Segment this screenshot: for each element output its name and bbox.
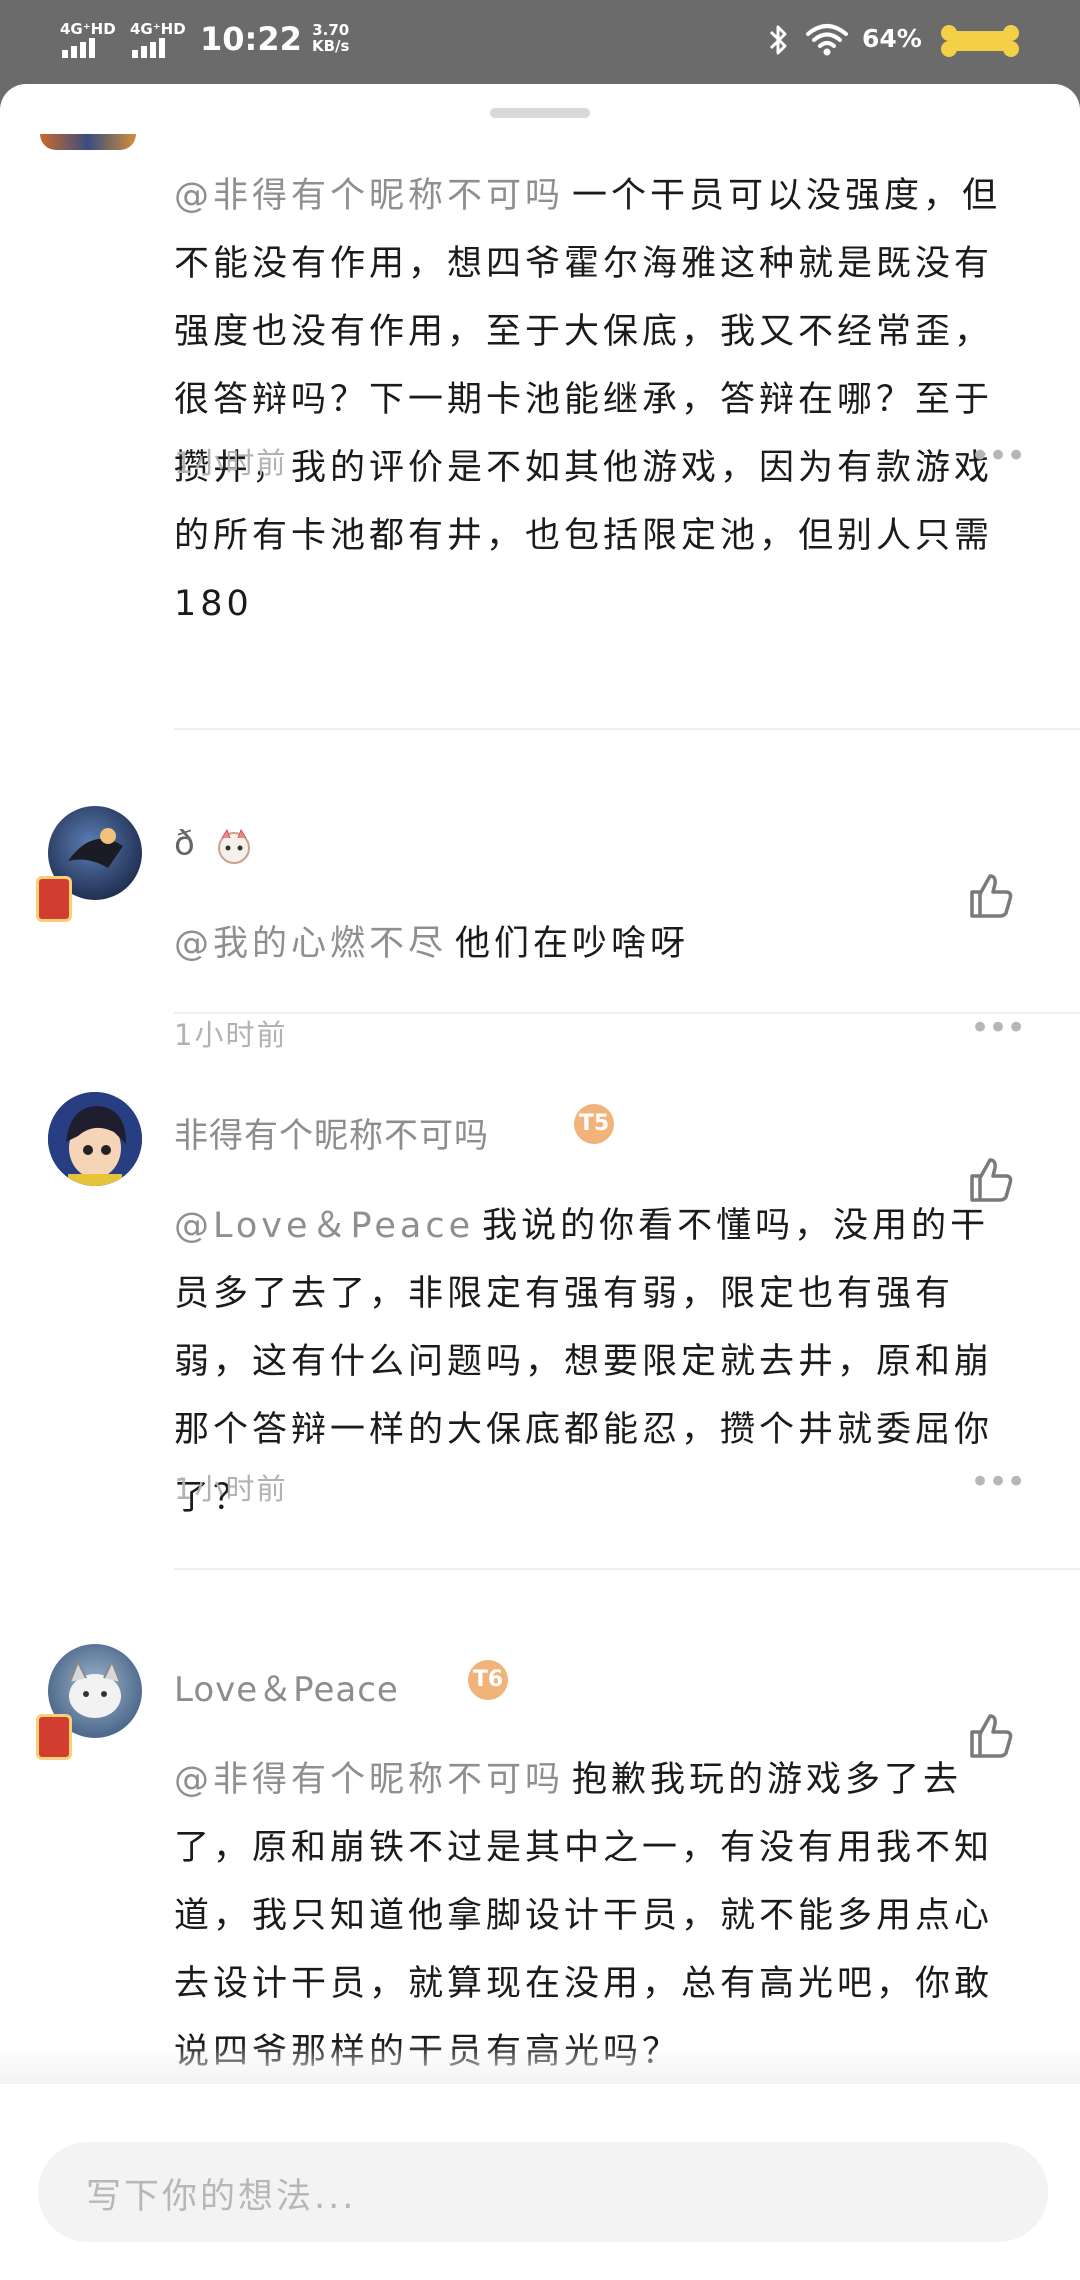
emoji-sticker-icon	[214, 826, 254, 866]
badge-label: T6	[472, 1667, 504, 1692]
comment-time: 1小时前	[174, 1018, 288, 1052]
speed-unit: KB/s	[312, 37, 350, 55]
comment-time: 1小时前	[174, 1472, 288, 1506]
user-name[interactable]: Love＆Peace	[174, 1662, 399, 1711]
level-badge: T5	[574, 1104, 614, 1144]
signal-sim2-icon: 4G⁺HD	[130, 20, 186, 60]
comment-input-bar: 写下你的想法...	[0, 2084, 1080, 2280]
comment-text: @Love＆Peace 我说的你看不懂吗，没用的干员多了去了，非限定有强有弱，限定…	[174, 1192, 1024, 1532]
level-badge: T6	[468, 1660, 508, 1700]
clock: 10:22	[200, 20, 302, 58]
bluetooth-icon	[768, 22, 790, 67]
comment-sheet[interactable]: @非得有个昵称不可吗 一个干员可以没强度，但不能没有作用，想四爷霍尔海雅这种就是既…	[0, 84, 1080, 2280]
badge-label: T5	[578, 1111, 610, 1136]
comment-body: 我说的你看不懂吗，没用的干员多了去了，非限定有强有弱，限定也有强有弱，这有什么问…	[174, 1206, 994, 1518]
comment-text: @我的心燃不尽 他们在吵啥呀	[174, 910, 1024, 978]
comment-text: @非得有个昵称不可吗 抱歉我玩的游戏多了去了，原和崩铁不过是其中之一，有没有用我不…	[174, 1746, 1024, 2086]
mention-link[interactable]: @非得有个昵称不可吗	[174, 176, 564, 216]
sim2-label: 4G⁺HD	[130, 20, 186, 38]
avatar-frame-decoration	[36, 1714, 72, 1760]
user-name[interactable]: ð	[174, 824, 254, 866]
drag-handle[interactable]	[490, 108, 590, 118]
more-dots-icon[interactable]: •••	[970, 1462, 1026, 1502]
divider	[174, 1568, 1080, 1570]
divider	[174, 1012, 1080, 1014]
comment-body: 他们在吵啥呀	[455, 924, 690, 964]
more-dots-icon[interactable]: •••	[970, 1008, 1026, 1048]
comment-text: @非得有个昵称不可吗 一个干员可以没强度，但不能没有作用，想四爷霍尔海雅这种就是既…	[174, 162, 1024, 638]
more-dots-icon[interactable]: •••	[970, 436, 1026, 476]
mention-link[interactable]: @我的心燃不尽	[174, 924, 447, 964]
avatar[interactable]	[40, 134, 136, 150]
divider	[174, 728, 1080, 730]
battery-percent: 64%	[862, 24, 922, 53]
wifi-icon	[806, 22, 848, 60]
bottom-fade	[0, 2044, 1080, 2084]
battery-icon	[940, 24, 1020, 62]
comment-body: 抱歉我玩的游戏多了去了，原和崩铁不过是其中之一，有没有用我不知道，我只知道他拿脚…	[174, 1760, 994, 2072]
comment-input[interactable]: 写下你的想法...	[38, 2142, 1048, 2242]
avatar-frame-decoration	[36, 876, 72, 922]
mention-link[interactable]: @Love＆Peace	[174, 1206, 474, 1246]
user-name[interactable]: 非得有个昵称不可吗	[174, 1108, 489, 1157]
comment-input-placeholder: 写下你的想法...	[86, 2177, 357, 2217]
user-name-text: ð	[174, 824, 196, 864]
comment-time: 1小时前	[174, 446, 288, 480]
avatar[interactable]	[48, 1092, 142, 1186]
network-speed: 3.70 KB/s	[312, 22, 349, 54]
speed-value: 3.70	[312, 21, 350, 39]
sim1-label: 4G⁺HD	[60, 20, 116, 38]
signal-sim1-icon: 4G⁺HD	[60, 20, 116, 60]
status-bar: 4G⁺HD 4G⁺HD 10:22 3.70 KB/s 64%	[0, 0, 1080, 84]
mention-link[interactable]: @非得有个昵称不可吗	[174, 1760, 564, 1800]
comment-body: 一个干员可以没强度，但不能没有作用，想四爷霍尔海雅这种就是既没有强度也没有作用，…	[174, 176, 1002, 624]
